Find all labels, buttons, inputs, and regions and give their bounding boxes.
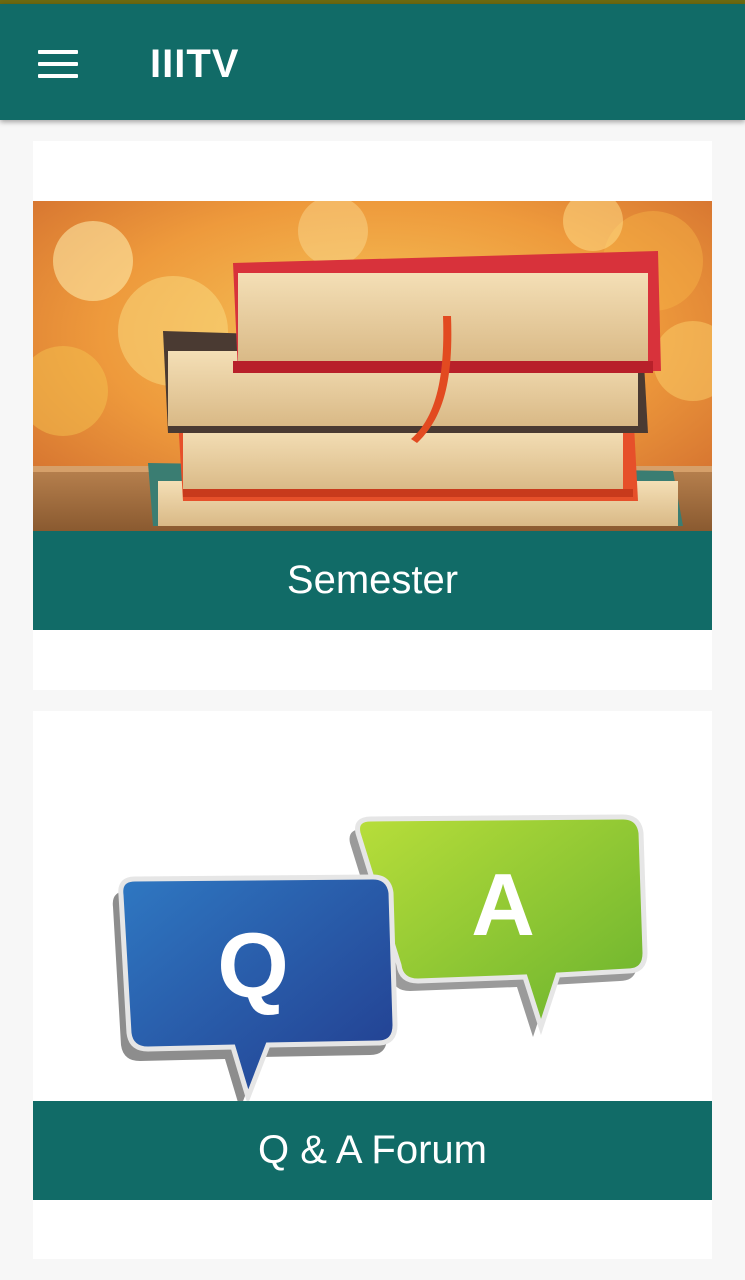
app-bar: IIITV	[0, 4, 745, 120]
semester-button[interactable]: Semester	[33, 531, 712, 630]
hamburger-menu-icon[interactable]	[38, 50, 78, 78]
semester-card[interactable]: Semester	[33, 141, 712, 690]
svg-text:Q: Q	[217, 915, 289, 1017]
qa-forum-button[interactable]: Q & A Forum	[33, 1101, 712, 1200]
svg-text:A: A	[471, 855, 535, 954]
qa-forum-card[interactable]: A Q Q & A Forum	[33, 711, 712, 1259]
app-title: IIITV	[150, 42, 240, 86]
qa-image[interactable]: A Q	[33, 805, 712, 1101]
books-image[interactable]	[33, 201, 712, 531]
